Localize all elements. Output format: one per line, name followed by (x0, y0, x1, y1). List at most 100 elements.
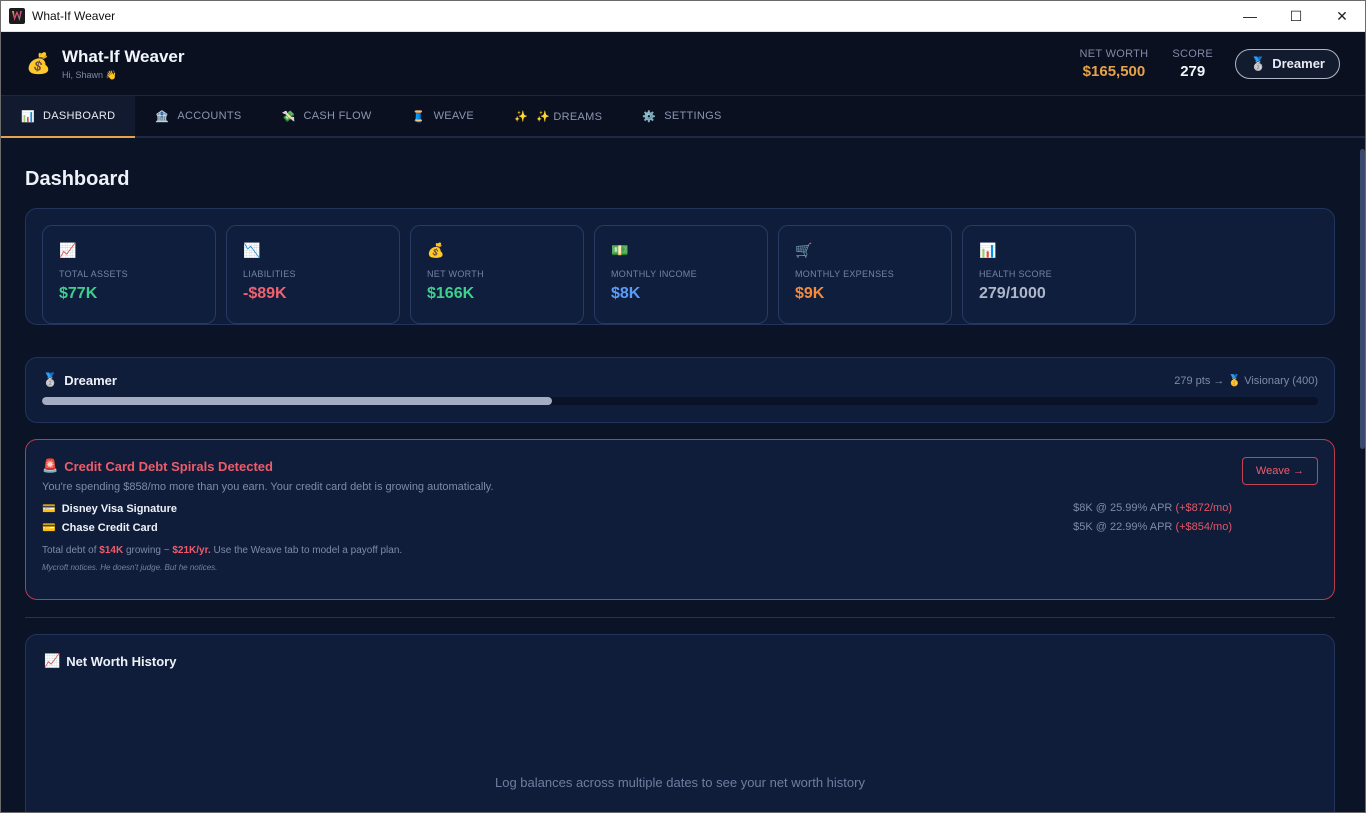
alert-note: Mycroft notices. He doesn't judge. But h… (42, 563, 218, 572)
gear-icon: ⚙️ (642, 110, 657, 123)
weave-button[interactable]: Weave → (1241, 457, 1318, 485)
stat-label: MONTHLY INCOME (611, 269, 697, 279)
stat-label: MONTHLY EXPENSES (795, 269, 894, 279)
total-prefix: Total debt of (42, 545, 97, 556)
stat-value: $77K (59, 285, 98, 302)
main-content: Dashboard 📈 TOTAL ASSETS $77K 📉 LIABILIT… (1, 139, 1359, 812)
medal-icon: 🥈 (1250, 55, 1267, 71)
stat-label: HEALTH SCORE (979, 269, 1052, 279)
stat-value: $166K (427, 285, 475, 302)
tab-label: WEAVE (433, 110, 475, 122)
tab-label: DASHBOARD (43, 110, 116, 122)
chart-down-icon: 📉 (243, 242, 261, 258)
page-title: Dashboard (25, 168, 130, 190)
debt-name: Disney Visa Signature (61, 502, 178, 515)
stat-value: -$89K (243, 285, 287, 302)
stat-card-total-assets: 📈 TOTAL ASSETS $77K (42, 225, 216, 324)
score-value: 279 (1180, 62, 1206, 80)
credit-card-icon: 💳 (42, 522, 56, 534)
net-worth-label: NET WORTH (1079, 47, 1149, 60)
stat-value: 279/1000 (979, 285, 1046, 302)
stat-card-liabilities: 📉 LIABILITIES -$89K (226, 225, 400, 324)
thread-icon: 🧵 (411, 110, 426, 123)
net-worth-value: $165,500 (1082, 62, 1146, 80)
rank-progress-bar (42, 397, 1318, 405)
rank-next: 279 pts → 🥇 Visionary (400) (1174, 374, 1318, 387)
rank-button-label: Dreamer (1272, 56, 1325, 71)
debt-info: $8K @ 25.99% APR (1073, 502, 1173, 514)
main-nav: 📊 DASHBOARD 🏦 ACCOUNTS 💸 CASH FLOW 🧵 WEA… (1, 96, 1365, 138)
stat-label: LIABILITIES (243, 269, 296, 279)
alert-title-text: Credit Card Debt Spirals Detected (64, 458, 273, 474)
tab-label: CASH FLOW (303, 110, 372, 122)
stat-card-health-score: 📊 HEALTH SCORE 279/1000 (962, 225, 1136, 324)
debt-row: 💳 Chase Credit Card $5K @ 22.99% APR (+$… (42, 521, 1318, 534)
stat-label: TOTAL ASSETS (59, 269, 128, 279)
sparkles-icon: ✨ (514, 110, 529, 123)
debt-name: Chase Credit Card (61, 521, 158, 534)
cart-icon: 🛒 (795, 242, 813, 258)
header-score: SCORE 279 (1172, 48, 1213, 80)
money-bag-icon: 💰 (427, 242, 445, 258)
net-worth-history-panel: 📈 Net Worth History Log balances across … (25, 634, 1335, 812)
history-title-text: Net Worth History (66, 653, 177, 669)
tab-weave[interactable]: 🧵 WEAVE (392, 96, 494, 136)
medal-icon: 🥈 (42, 372, 59, 387)
chart-up-icon: 📈 (44, 653, 61, 668)
greeting: Hi, Shawn 👋 (62, 69, 117, 80)
scrollbar[interactable] (1359, 139, 1365, 812)
tab-label: ✨ DREAMS (536, 110, 603, 123)
stat-label: NET WORTH (427, 269, 484, 279)
stat-card-monthly-income: 💵 MONTHLY INCOME $8K (594, 225, 768, 324)
rank-title: 🥈 Dreamer (42, 372, 117, 388)
debt-growth: (+$872/mo) (1175, 502, 1232, 514)
total-suffix: Use the Weave tab to model a payoff plan… (213, 545, 403, 556)
rank-panel: 🥈 Dreamer 279 pts → 🥇 Visionary (400) (25, 357, 1335, 423)
tab-accounts[interactable]: 🏦 ACCOUNTS (135, 96, 261, 136)
stat-card-net-worth: 💰 NET WORTH $166K (410, 225, 584, 324)
tab-cash-flow[interactable]: 💸 CASH FLOW (262, 96, 392, 136)
close-button[interactable]: ✕ (1319, 1, 1365, 32)
stats-panel: 📈 TOTAL ASSETS $77K 📉 LIABILITIES -$89K … (25, 208, 1335, 325)
total-amount: $14K (99, 545, 124, 556)
banknote-icon: 💵 (611, 242, 629, 258)
alert-subtitle: You're spending $858/mo more than you ea… (42, 481, 494, 493)
debt-row: 💳 Disney Visa Signature $8K @ 25.99% APR… (42, 502, 1318, 515)
tab-label: SETTINGS (664, 110, 722, 122)
maximize-button[interactable]: ☐ (1273, 1, 1319, 32)
minimize-button[interactable]: — (1227, 1, 1273, 32)
tab-dreams[interactable]: ✨ ✨ DREAMS (494, 96, 622, 136)
bar-chart-icon: 📊 (979, 242, 997, 258)
total-growth: $21K/yr. (172, 545, 211, 556)
chart-up-icon: 📈 (59, 242, 77, 258)
rank-button[interactable]: 🥈 Dreamer (1235, 48, 1340, 79)
alert-title: 🚨 Credit Card Debt Spirals Detected (42, 458, 1318, 474)
history-empty-message: Log balances across multiple dates to se… (495, 775, 865, 790)
history-title: 📈 Net Worth History (44, 653, 1316, 669)
money-bag-icon: 💰 (26, 53, 51, 75)
bank-icon: 🏦 (155, 110, 170, 123)
stat-card-monthly-expenses: 🛒 MONTHLY EXPENSES $9K (778, 225, 952, 324)
tab-settings[interactable]: ⚙️ SETTINGS (622, 96, 741, 136)
tab-dashboard[interactable]: 📊 DASHBOARD (1, 96, 136, 138)
app-window: What-If Weaver — ☐ ✕ 💰 What-If Weaver Hi… (0, 0, 1366, 813)
scrollbar-thumb[interactable] (1360, 149, 1365, 449)
total-mid: growing ~ (125, 545, 170, 556)
money-wings-icon: 💸 (281, 110, 296, 123)
score-label: SCORE (1172, 47, 1214, 60)
window-title: What-If Weaver (32, 9, 116, 23)
tab-label: ACCOUNTS (177, 110, 242, 122)
siren-icon: 🚨 (42, 458, 59, 473)
title-bar: What-If Weaver — ☐ ✕ (1, 1, 1365, 32)
app-logo-icon (9, 8, 25, 24)
credit-card-icon: 💳 (42, 503, 56, 515)
app-header: 💰 What-If Weaver Hi, Shawn 👋 NET WORTH $… (1, 32, 1365, 96)
debt-info: $5K @ 22.99% APR (1073, 521, 1173, 533)
stat-value: $8K (611, 285, 641, 302)
chart-icon: 📊 (21, 110, 35, 123)
debt-growth: (+$854/mo) (1175, 521, 1232, 533)
app-name: What-If Weaver (62, 46, 185, 66)
rank-progress-fill (42, 397, 553, 405)
header-net-worth: NET WORTH $165,500 (1080, 48, 1149, 80)
stat-value: $9K (795, 285, 825, 302)
